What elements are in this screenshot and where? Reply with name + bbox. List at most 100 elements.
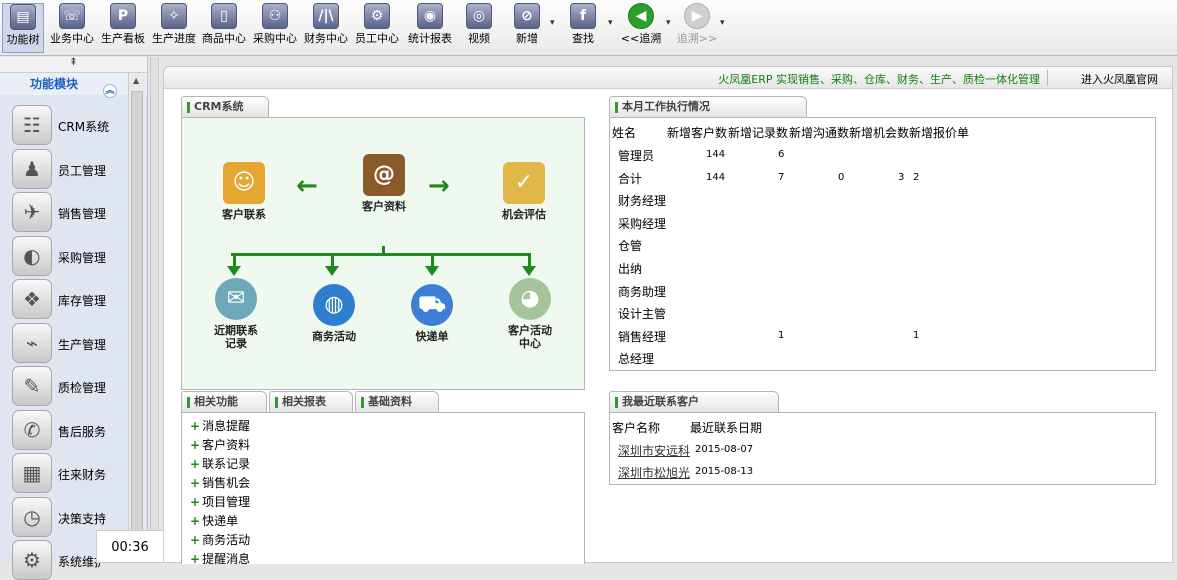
related-function-label: 项目管理 [202,495,251,509]
toolbar-label: 追溯>> [676,32,718,45]
staff-icon: ♟ [12,148,52,189]
system-icon: ⚙ [12,540,52,580]
toolbar-button-12[interactable]: ◀ <<追溯 [620,3,662,53]
tab-monthly-stats[interactable]: 本月工作执行情况 [609,96,807,118]
plus-icon: + [190,495,201,509]
toolbar-button-2[interactable]: P 生产看板 [99,3,147,53]
sidebar-item-label: CRM系统 [58,120,110,134]
crm-node[interactable]: ✉ 近期联系记录 [204,278,268,350]
sidebar-scrollbar[interactable]: ▲ [128,73,145,563]
dropdown-arrow-icon[interactable]: ▾ [666,18,671,28]
dropdown-arrow-icon[interactable]: ▾ [720,18,725,28]
splitter-bar[interactable] [150,57,159,563]
related-function-item[interactable]: + 消息提醒 [190,417,250,434]
purchase-icon: ◐ [12,235,52,276]
sidebar-item[interactable]: ✈ 销售管理 [12,192,124,232]
toolbar-button-10[interactable]: ⊘ 新增 [510,3,544,53]
quality-icon: ✎ [12,366,52,406]
arrow-right-icon: → [428,171,450,201]
crm-node[interactable]: ☺ 客户联系 [212,162,276,221]
stats-cell: 6 [778,149,785,160]
trace-forward-icon: ▶ [684,3,710,29]
toolbar-button-3[interactable]: ✧ 生产进度 [150,3,198,53]
sidebar-item[interactable]: ▦ 往来财务 [12,453,124,493]
official-site-link[interactable]: 进入火凤凰官网 [1081,71,1158,87]
main-content: 火凤凰ERP 实现销售、采购、仓库、财务、生产、质检一体化管理 进入火凤凰官网 … [163,66,1173,567]
sidebar-item[interactable]: ♟ 员工管理 [12,148,124,189]
dropdown-arrow-icon[interactable]: ▾ [608,18,613,28]
toolbar-button-9[interactable]: ◎ 视频 [462,3,496,53]
business-activity-icon: ◍ [313,284,355,326]
crm-node[interactable]: ◕ 客户活动中心 [498,278,562,350]
customer-name-header: 客户名称 [612,421,661,435]
toolbar-button-6[interactable]: /|\ 财务中心 [302,3,350,53]
function-tree-icon: ▤ [10,4,36,30]
tab-related-reports[interactable]: 相关报表 [269,391,353,413]
crm-node-label: 商务活动 [312,330,356,343]
sidebar-item[interactable]: ☷ CRM系统 [12,105,124,145]
customer-contact-icon: ☺ [223,162,265,204]
sidebar-item-label: 往来财务 [58,468,107,482]
sidebar-item[interactable]: ❖ 库存管理 [12,279,124,319]
sidebar-item[interactable]: ⌁ 生产管理 [12,322,124,363]
related-function-item[interactable]: + 提醒消息 [190,550,250,567]
sidebar-item[interactable]: ✎ 质检管理 [12,366,124,406]
toolbar-button-11[interactable]: f 查找 [566,3,600,53]
main-toolbar: ▤ 功能树 ☏ 业务中心 P 生产看板 ✧ 生产进度 ▯ 商品中心 ⚇ 采购中心 /|\ 财务中心 ⚙ 员工中… [0,0,1177,56]
toolbar-button-7[interactable]: ⚙ 员工中心 [353,3,401,53]
stats-row-name: 商务助理 [618,284,667,299]
crm-node-label: 快递单 [415,330,449,343]
stats-cell: 7 [778,171,785,183]
sidebar-item[interactable]: ◐ 采购管理 [12,235,124,276]
crm-node[interactable]: ⛟ 快递单 [400,284,464,343]
related-function-item[interactable]: + 项目管理 [190,493,250,510]
related-function-label: 客户资料 [202,438,251,452]
crm-node[interactable]: @ 客户资料 [352,154,416,213]
business-center-icon: ☏ [59,3,85,29]
sidebar-title: 功能模块 ︽ [0,73,147,98]
sidebar-item-label: 生产管理 [58,337,107,352]
related-function-item[interactable]: + 快递单 [190,512,238,529]
toolbar-button-1[interactable]: ☏ 业务中心 [48,3,96,53]
sales-icon: ✈ [12,192,52,232]
related-function-label: 商务活动 [202,533,251,547]
monthly-stats-panel: 姓名 新增客户数 新增记录数 新增沟通数 新增机会数 新增报价单 管理员 144 6 合计 144 7… [609,117,1156,371]
recent-customers-panel: 客户名称 最近联系日期 深圳市安远科 2015-08-07 深圳市松旭光 2015-08-… [609,412,1156,485]
customer-link[interactable]: 深圳市安远科 [618,442,690,459]
toolbar-button-4[interactable]: ▯ 商品中心 [201,3,247,53]
crm-icon: ☷ [12,105,52,145]
crm-node[interactable]: ◍ 商务活动 [302,284,366,343]
stats-row-name: 销售经理 [618,329,667,344]
related-function-item[interactable]: + 客户资料 [190,436,250,453]
crm-node-label: 机会评估 [502,208,546,221]
related-function-item[interactable]: + 销售机会 [190,474,250,491]
inventory-icon: ❖ [12,279,52,319]
sidebar-item[interactable]: ✆ 售后服务 [12,409,124,450]
toolbar-button-13[interactable]: ▶ 追溯>> [676,3,718,53]
dropdown-arrow-icon[interactable]: ▾ [550,18,555,28]
contact-record-icon: ✉ [215,278,257,320]
tab-related-functions[interactable]: 相关功能 [181,391,267,413]
tab-crm[interactable]: CRM系统 [181,96,269,118]
toolbar-button-5[interactable]: ⚇ 采购中心 [251,3,299,53]
trace-back-icon: ◀ [628,3,654,29]
toolbar-button-8[interactable]: ◉ 统计报表 [405,3,455,53]
purchase-center-icon: ⚇ [262,3,288,29]
related-function-label: 消息提醒 [202,419,251,433]
sidebar-collapse-button[interactable]: ⇞ [0,57,147,73]
tab-recent-customers[interactable]: 我最近联系客户 [609,391,779,413]
tab-basic-data[interactable]: 基础资料 [355,391,439,413]
toolbar-button-0[interactable]: ▤ 功能树 [2,3,44,53]
related-function-item[interactable]: + 商务活动 [190,531,250,548]
opportunity-icon: ✓ [503,162,545,204]
sidebar-item-label: 员工管理 [58,163,107,178]
related-function-item[interactable]: + 联系记录 [190,455,250,472]
crm-node[interactable]: ✓ 机会评估 [492,162,556,221]
chevron-up-icon[interactable]: ︽ [103,84,117,98]
after-sales-icon: ✆ [12,409,52,450]
toolbar-label: 员工中心 [355,32,399,45]
customer-link[interactable]: 深圳市松旭光 [618,464,690,481]
crm-node-label: 客户活动中心 [508,324,552,350]
related-functions-panel: + 消息提醒 + 客户资料 + 联系记录 + 销售机会 + 项目管理 + 快递单 + 商务活动 + 提醒消息 [181,412,585,567]
search-icon: f [570,3,596,29]
